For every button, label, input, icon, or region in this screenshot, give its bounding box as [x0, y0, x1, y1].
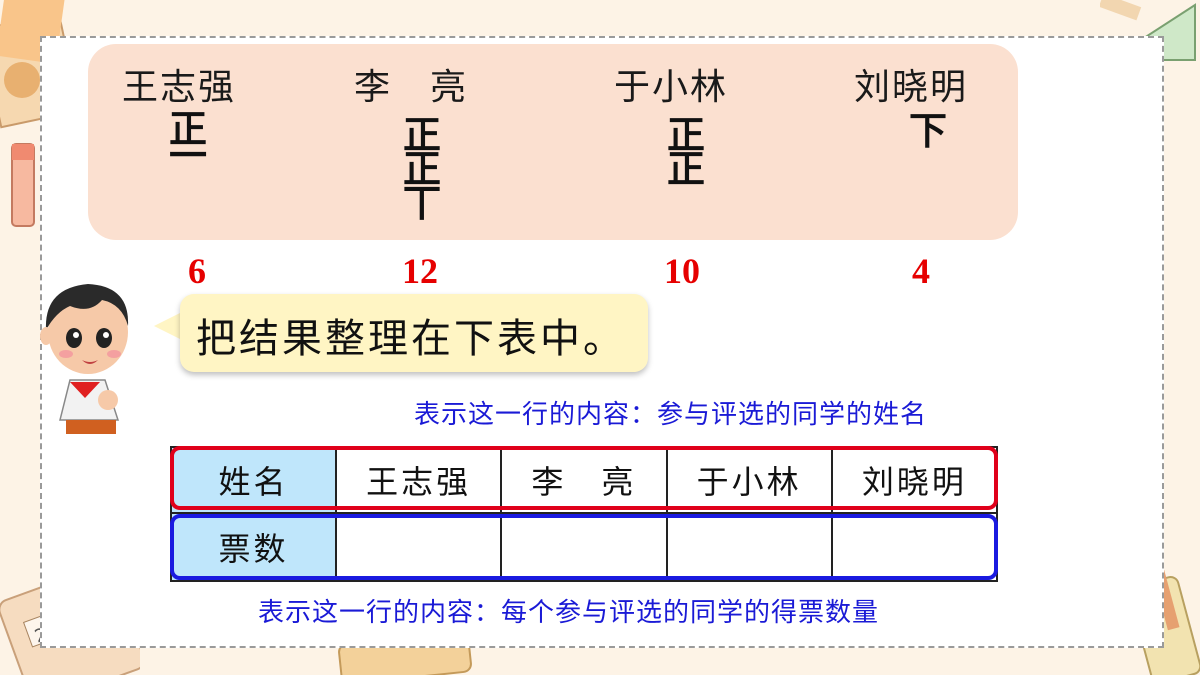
tally-marks-1: 正 一: [166, 110, 210, 178]
count-1: 6: [188, 251, 206, 291]
tally-name-4: 刘晓明: [854, 67, 969, 108]
speech-text: 把结果整理在下表中。: [196, 316, 626, 362]
tally-mark: 一: [168, 133, 207, 178]
tally-name-2: 李 亮: [354, 67, 469, 108]
tally-mark: 正: [666, 146, 705, 191]
note-name-row: 表示这一行的内容：参与评选的同学的姓名: [414, 400, 928, 430]
count-2: 12: [402, 251, 438, 291]
boy-character-illustration: [40, 284, 129, 434]
count-3: 10: [664, 251, 700, 291]
tally-marks-3: 正 正: [664, 116, 708, 191]
tally-name-1: 王志强: [122, 67, 237, 108]
tally-name-3: 于小林: [614, 67, 729, 108]
note-votes-row: 表示这一行的内容：每个参与评选的同学的得票数量: [258, 598, 880, 628]
votes-row-highlight: [170, 514, 998, 580]
speech-bubble-tail: [154, 312, 182, 340]
tally-marks-4: 下: [906, 108, 950, 153]
eraser-decoration: [11, 143, 35, 227]
tally-mark: 丅: [402, 180, 441, 225]
count-4: 4: [912, 251, 930, 291]
tally-marks-2: 正 正 丅: [400, 116, 444, 225]
tally-mark: 下: [908, 108, 947, 153]
name-row-highlight: [170, 446, 998, 510]
